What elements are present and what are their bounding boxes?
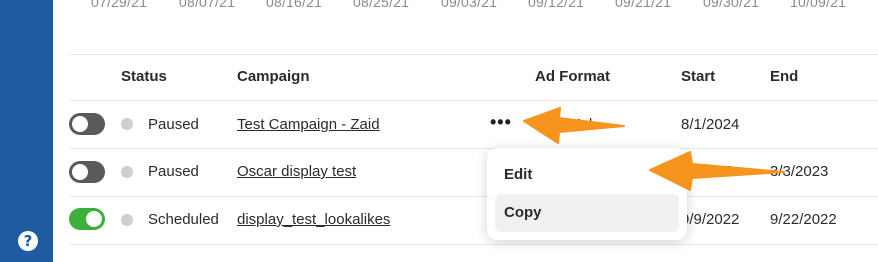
toggle-knob	[86, 211, 102, 227]
timeline-tick: 10/09/21	[790, 0, 847, 10]
toggle-knob	[72, 164, 88, 180]
status-toggle[interactable]	[69, 208, 105, 230]
timeline-tick: 09/03/21	[441, 0, 498, 10]
status-toggle[interactable]	[69, 161, 105, 183]
timeline-tick: 07/29/21	[91, 0, 148, 10]
end-date: 3/3/2023	[770, 163, 829, 180]
status-text: Scheduled	[148, 211, 219, 228]
timeline-tick: 08/25/21	[353, 0, 410, 10]
campaign-link[interactable]: Test Campaign - Zaid	[237, 116, 380, 133]
start-date: 9/9/2022	[681, 211, 740, 228]
status-dot	[121, 166, 133, 178]
column-header-end[interactable]: End	[770, 68, 798, 85]
divider	[70, 54, 878, 55]
column-header-campaign[interactable]: Campaign	[237, 68, 310, 85]
timeline-tick: 09/21/21	[615, 0, 672, 10]
start-date: 022	[708, 163, 734, 180]
column-header-ad-format[interactable]: Ad Format	[535, 68, 610, 85]
more-options-button[interactable]: •••	[490, 112, 512, 133]
campaign-link[interactable]: display_test_lookalikes	[237, 211, 390, 228]
menu-item-edit[interactable]: Edit	[495, 156, 679, 194]
status-dot	[121, 214, 133, 226]
timeline-tick: 08/07/21	[179, 0, 236, 10]
column-header-status[interactable]: Status	[121, 68, 167, 85]
timeline-tick: 08/16/21	[266, 0, 323, 10]
menu-item-copy[interactable]: Copy	[495, 194, 679, 232]
divider	[70, 244, 878, 245]
sidebar: ?	[0, 0, 53, 262]
timeline-tick: 09/30/21	[703, 0, 760, 10]
start-date: 8/1/2024	[681, 116, 740, 133]
table-row: Paused Oscar display test 022 3/3/2023	[53, 148, 878, 196]
help-icon[interactable]: ?	[18, 231, 38, 251]
row-action-menu: Edit Copy	[487, 148, 687, 240]
timeline-axis: 07/29/21 08/07/21 08/16/21 08/25/21 09/0…	[53, 0, 878, 22]
ad-format-text: y Ad	[563, 116, 593, 133]
toggle-knob	[72, 116, 88, 132]
status-text: Paused	[148, 116, 199, 133]
table-row: Paused Test Campaign - Zaid y Ad 8/1/202…	[53, 100, 878, 148]
timeline-tick: 09/12/21	[528, 0, 585, 10]
status-toggle[interactable]	[69, 113, 105, 135]
campaign-link[interactable]: Oscar display test	[237, 163, 356, 180]
table-row: Scheduled display_test_lookalikes 9/9/20…	[53, 196, 878, 244]
status-text: Paused	[148, 163, 199, 180]
status-dot	[121, 118, 133, 130]
end-date: 9/22/2022	[770, 211, 837, 228]
column-header-start[interactable]: Start	[681, 68, 715, 85]
